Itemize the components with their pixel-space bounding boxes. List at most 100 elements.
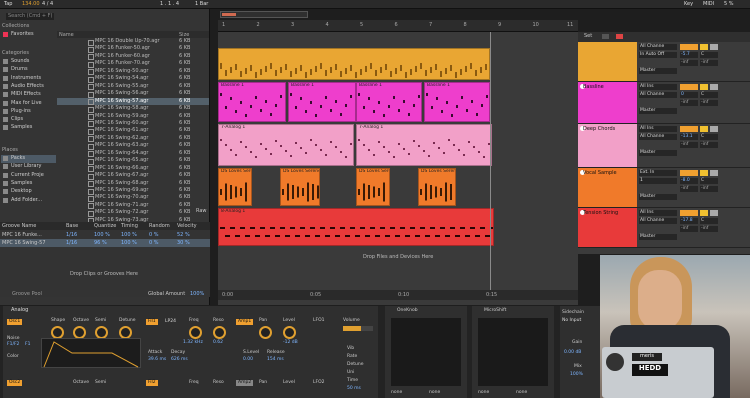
sidebar-item-category[interactable]: Clips — [1, 116, 56, 124]
gain-value[interactable]: 0.00 dB — [564, 350, 581, 355]
track-header[interactable]: Tension String — [578, 208, 637, 247]
reso-knob[interactable] — [213, 326, 226, 339]
fil1-toggle[interactable]: Fil1 — [146, 319, 158, 325]
sidebar-item-place[interactable]: Samples — [1, 180, 56, 188]
time-value[interactable]: 50 ms — [347, 386, 361, 391]
noise-value[interactable]: F1/F2 — [7, 342, 19, 347]
arrangement-clip[interactable]: Bassline 1 — [218, 82, 286, 122]
track-output[interactable]: Master — [639, 234, 677, 240]
send-b[interactable]: -inf — [700, 60, 718, 66]
arrangement-position[interactable]: 1 . 1 . 4 — [160, 1, 179, 7]
solo-button[interactable] — [700, 84, 708, 90]
key-map-button[interactable]: Key — [684, 1, 693, 7]
track-pan[interactable]: C — [700, 92, 718, 98]
sidebar-item-place[interactable]: Packs — [1, 155, 56, 163]
stop-all-clips-icon[interactable] — [616, 34, 623, 39]
sidebar-item-place[interactable]: Add Folder... — [1, 197, 56, 205]
file-list-item[interactable]: MPC 16 Double Up-70.agr 6 KB — [57, 38, 209, 46]
track-volume[interactable]: -13.1 — [680, 134, 698, 140]
sidebar-item-category[interactable]: Plug-ins — [1, 108, 56, 116]
file-list-item[interactable]: MPC 16 Swing-64.agr 6 KB — [57, 150, 209, 158]
solo-button[interactable] — [700, 170, 708, 176]
file-list-item[interactable]: MPC 16 Funker-70.agr 6 KB — [57, 60, 209, 68]
osc1-toggle[interactable]: Osc1 — [7, 319, 23, 325]
level-knob[interactable] — [283, 326, 296, 339]
arrangement-clip[interactable]: DS Loves Serene — [418, 168, 456, 206]
file-list-item[interactable]: MPC 16 Swing-58.agr 6 KB — [57, 105, 209, 113]
track-input[interactable]: All Ins — [639, 210, 677, 216]
send-b[interactable]: -inf — [700, 142, 718, 148]
fil2-toggle[interactable]: Fil2 — [146, 380, 158, 386]
send-a[interactable]: -inf — [680, 226, 698, 232]
file-list-item[interactable]: MPC 16 Swing-67.agr 6 KB — [57, 172, 209, 180]
overview-bar[interactable] — [220, 11, 308, 18]
file-list-item[interactable]: MPC 16 Swing-61.agr 6 KB — [57, 127, 209, 135]
track-header[interactable]: Deep Chords — [578, 124, 637, 167]
pan-knob[interactable] — [259, 326, 272, 339]
file-list-item[interactable]: MPC 16 Swing-68.agr 6 KB — [57, 180, 209, 188]
oneknob-display[interactable] — [391, 318, 461, 386]
arm-button[interactable] — [710, 84, 718, 90]
sidechain-input[interactable]: No Input — [562, 318, 581, 323]
groove-cell[interactable]: 100 % — [121, 240, 137, 246]
sidebar-item-place[interactable]: Desktop — [1, 188, 56, 196]
sidebar-item-category[interactable]: Instruments — [1, 75, 56, 83]
quantize-menu[interactable]: 1 Bar — [195, 1, 208, 7]
groove-row[interactable]: MPC 16 Funke... 1/16 100 % 100 % 0 % 52 % — [0, 231, 210, 239]
file-list-item[interactable]: MPC 16 Swing-62.agr 6 KB — [57, 135, 209, 143]
arrangement-clip[interactable]: 8-Analog 1 — [218, 208, 494, 246]
track-pan[interactable]: C — [700, 218, 718, 224]
tap-button[interactable]: Tap — [4, 1, 12, 7]
beat-ruler[interactable]: 1 2 3 4 5 6 7 8 9 10 11 — [218, 20, 578, 32]
track-output[interactable]: Master — [639, 150, 677, 156]
file-list-item[interactable]: MPC 16 Swing-57.agr 6 KB — [57, 97, 209, 106]
arrangement-clip[interactable]: DS Loves Serene — [280, 168, 320, 206]
send-b[interactable]: -inf — [700, 100, 718, 106]
solo-button[interactable] — [700, 126, 708, 132]
sidebar-item-category[interactable]: Audio Effects — [1, 83, 56, 91]
arrangement-clip[interactable]: 7-Analog 1 — [218, 124, 354, 166]
sidebar-item-category[interactable]: Max for Live — [1, 100, 56, 108]
track-volume[interactable]: -8.0 — [680, 178, 698, 184]
arm-button[interactable] — [710, 170, 718, 176]
filter-type[interactable]: LP24 — [165, 319, 176, 324]
microshift-display[interactable] — [478, 318, 548, 386]
send-a[interactable]: -inf — [680, 100, 698, 106]
amp2-toggle[interactable]: Amp2 — [236, 380, 254, 386]
groove-cell[interactable]: 0 % — [149, 240, 159, 246]
track-output[interactable]: Master — [639, 68, 677, 74]
send-a[interactable]: -inf — [680, 142, 698, 148]
arrangement-clip[interactable]: DS Loves Serene — [218, 168, 252, 206]
amp1-toggle[interactable]: Amp1 — [236, 319, 254, 325]
microshift-select-2[interactable]: none — [516, 390, 527, 395]
time-ruler[interactable]: 0:00 0:05 0:10 0:15 — [218, 290, 578, 300]
file-list-item[interactable]: MPC 16 Funker-60.agr 6 KB — [57, 53, 209, 61]
file-list-item[interactable]: MPC 16 Swing-60.agr 6 KB — [57, 120, 209, 128]
arm-button[interactable] — [710, 126, 718, 132]
solo-button[interactable] — [700, 210, 708, 216]
sustain-value[interactable]: 0.00 — [243, 357, 253, 362]
file-list-item[interactable]: MPC 16 Swing-70.agr 6 KB — [57, 194, 209, 202]
file-list-item[interactable]: MPC 16 Swing-71.agr 6 KB — [57, 202, 209, 210]
solo-button[interactable] — [700, 44, 708, 50]
arrangement-clip[interactable]: Bassline 1 — [288, 82, 356, 122]
groove-cell[interactable]: 100 % — [121, 232, 137, 238]
track-input-channel[interactable]: All Channe — [639, 134, 677, 140]
sidebar-item-category[interactable]: Samples — [1, 124, 56, 132]
file-list-item[interactable]: MPC 16 Swing-65.agr 6 KB — [57, 157, 209, 165]
track-pan[interactable]: C — [700, 134, 718, 140]
track-pan[interactable]: C — [700, 52, 718, 58]
file-list-item[interactable]: MPC 16 Swing-59.agr 6 KB — [57, 113, 209, 120]
file-list-item[interactable]: MPC 16 Swing-66.agr 6 KB — [57, 165, 209, 173]
send-a[interactable]: -inf — [680, 60, 698, 66]
track-number[interactable] — [680, 170, 698, 176]
sidebar-item-category[interactable]: Sounds — [1, 58, 56, 66]
oneknob-select-1[interactable]: none — [391, 390, 402, 395]
track-input[interactable]: Ext. In — [639, 170, 677, 176]
midi-map-button[interactable]: MIDI — [703, 1, 714, 7]
tempo-field[interactable]: 134.00 — [22, 1, 40, 7]
volume-slider[interactable] — [343, 326, 373, 331]
sidebar-item-place[interactable]: User Library — [1, 163, 56, 171]
microshift-select-1[interactable]: none — [478, 390, 489, 395]
arrangement-clip[interactable] — [218, 48, 490, 80]
